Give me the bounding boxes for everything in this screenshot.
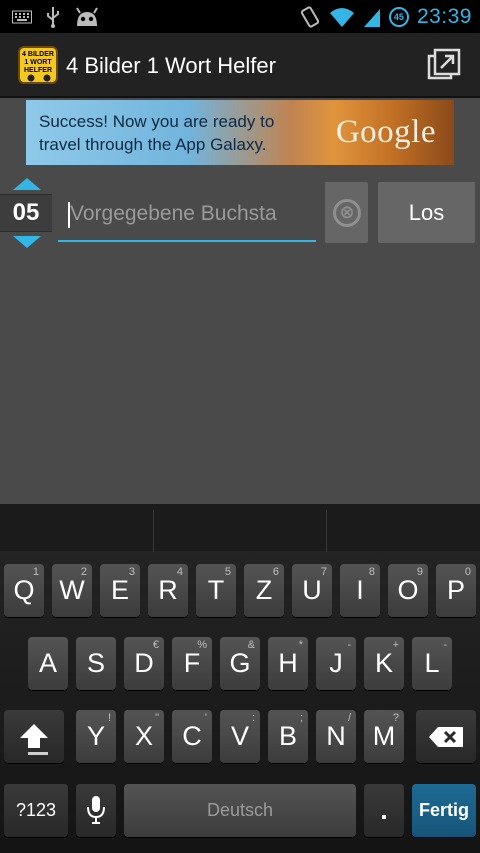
key-i[interactable]: I8 — [340, 564, 380, 617]
key-z[interactable]: Z6 — [244, 564, 284, 617]
key-k[interactable]: K + — [364, 637, 404, 690]
key-e[interactable]: E3 — [100, 564, 140, 617]
go-button[interactable]: Los — [378, 182, 475, 243]
clear-icon: ⊗ — [333, 199, 361, 227]
space-bar[interactable]: Deutsch — [124, 784, 356, 837]
key-h[interactable]: H * — [268, 637, 308, 690]
action-bar: 4 BILDER 1 WORT HELFER 4 Bilder 1 Wort H… — [0, 33, 480, 98]
wifi-icon — [329, 8, 354, 27]
number-increment-arrow[interactable] — [13, 178, 41, 190]
ad-line-1: Success! Now you are ready to — [39, 112, 275, 131]
number-picker-value[interactable]: 05 — [0, 194, 52, 232]
clock: 23:39 — [416, 5, 472, 28]
main-content: Success! Now you are ready to travel thr… — [0, 98, 480, 504]
shift-icon — [20, 724, 48, 748]
letters-field[interactable] — [58, 190, 316, 242]
key-b[interactable]: B; — [268, 710, 308, 763]
key-m[interactable]: M? — [364, 710, 404, 763]
app-title: 4 Bilder 1 Wort Helfer — [66, 53, 276, 78]
key-x[interactable]: X " — [124, 710, 164, 763]
key-w[interactable]: W2 — [52, 564, 92, 617]
battery-icon: 45 — [388, 7, 409, 27]
keyboard-icon — [12, 10, 32, 24]
key-t[interactable]: T5 — [196, 564, 236, 617]
rotate-icon — [300, 6, 320, 28]
key-d[interactable]: D € — [124, 637, 164, 690]
suggestion-divider — [326, 510, 327, 552]
key-j[interactable]: J- — [316, 637, 356, 690]
soft-keyboard: Q1 W2 E3 R4 T5 Z6 U7 I8 O9 P0 A S D € F% … — [0, 504, 480, 853]
key-a[interactable]: A — [28, 637, 68, 690]
key-o[interactable]: O9 — [388, 564, 428, 617]
clear-button[interactable]: ⊗ — [325, 182, 368, 243]
number-decrement-arrow[interactable] — [13, 236, 41, 248]
key-q[interactable]: Q1 — [4, 564, 44, 617]
android-icon — [76, 7, 98, 26]
app-logo-line-3: HELFER — [24, 67, 52, 74]
key-u[interactable]: U7 — [292, 564, 332, 617]
key-r[interactable]: R4 — [148, 564, 188, 617]
status-bar: 45 23:39 — [0, 0, 480, 33]
key-f[interactable]: F% — [172, 637, 212, 690]
symbols-key[interactable]: ?123 — [4, 784, 68, 837]
microphone-icon — [87, 796, 105, 824]
voice-input-key[interactable] — [76, 784, 116, 837]
suggestion-divider — [153, 510, 154, 552]
done-key[interactable]: Fertig — [412, 784, 476, 837]
shift-key[interactable] — [4, 710, 64, 763]
key-v[interactable]: V: — [220, 710, 260, 763]
app-logo: 4 BILDER 1 WORT HELFER — [18, 46, 58, 84]
period-key[interactable]: . — [364, 784, 404, 837]
key-s[interactable]: S — [76, 637, 116, 690]
key-y[interactable]: Y! — [76, 710, 116, 763]
letters-input[interactable] — [70, 196, 310, 232]
key-p[interactable]: P0 — [436, 564, 476, 617]
key-g[interactable]: G & — [220, 637, 260, 690]
usb-icon — [47, 7, 59, 28]
ad-text: Success! Now you are ready to travel thr… — [39, 110, 274, 156]
key-c[interactable]: C ' — [172, 710, 212, 763]
ad-banner[interactable]: Success! Now you are ready to travel thr… — [26, 100, 454, 165]
window-icon — [427, 48, 461, 80]
suggestion-strip[interactable] — [0, 504, 480, 552]
key-n[interactable]: N / — [316, 710, 356, 763]
key-l[interactable]: L- — [412, 637, 452, 690]
app-logo-line-1: 4 BILDER — [22, 51, 54, 58]
ad-line-2: travel through the App Galaxy. — [39, 135, 267, 154]
backspace-icon — [429, 727, 463, 747]
app-logo-line-2: 1 WORT — [24, 59, 52, 66]
ad-brand: Google — [335, 114, 436, 150]
overflow-menu-button[interactable] — [426, 47, 462, 83]
shift-indicator — [28, 752, 48, 755]
signal-icon — [363, 9, 380, 27]
backspace-key[interactable] — [416, 710, 476, 763]
